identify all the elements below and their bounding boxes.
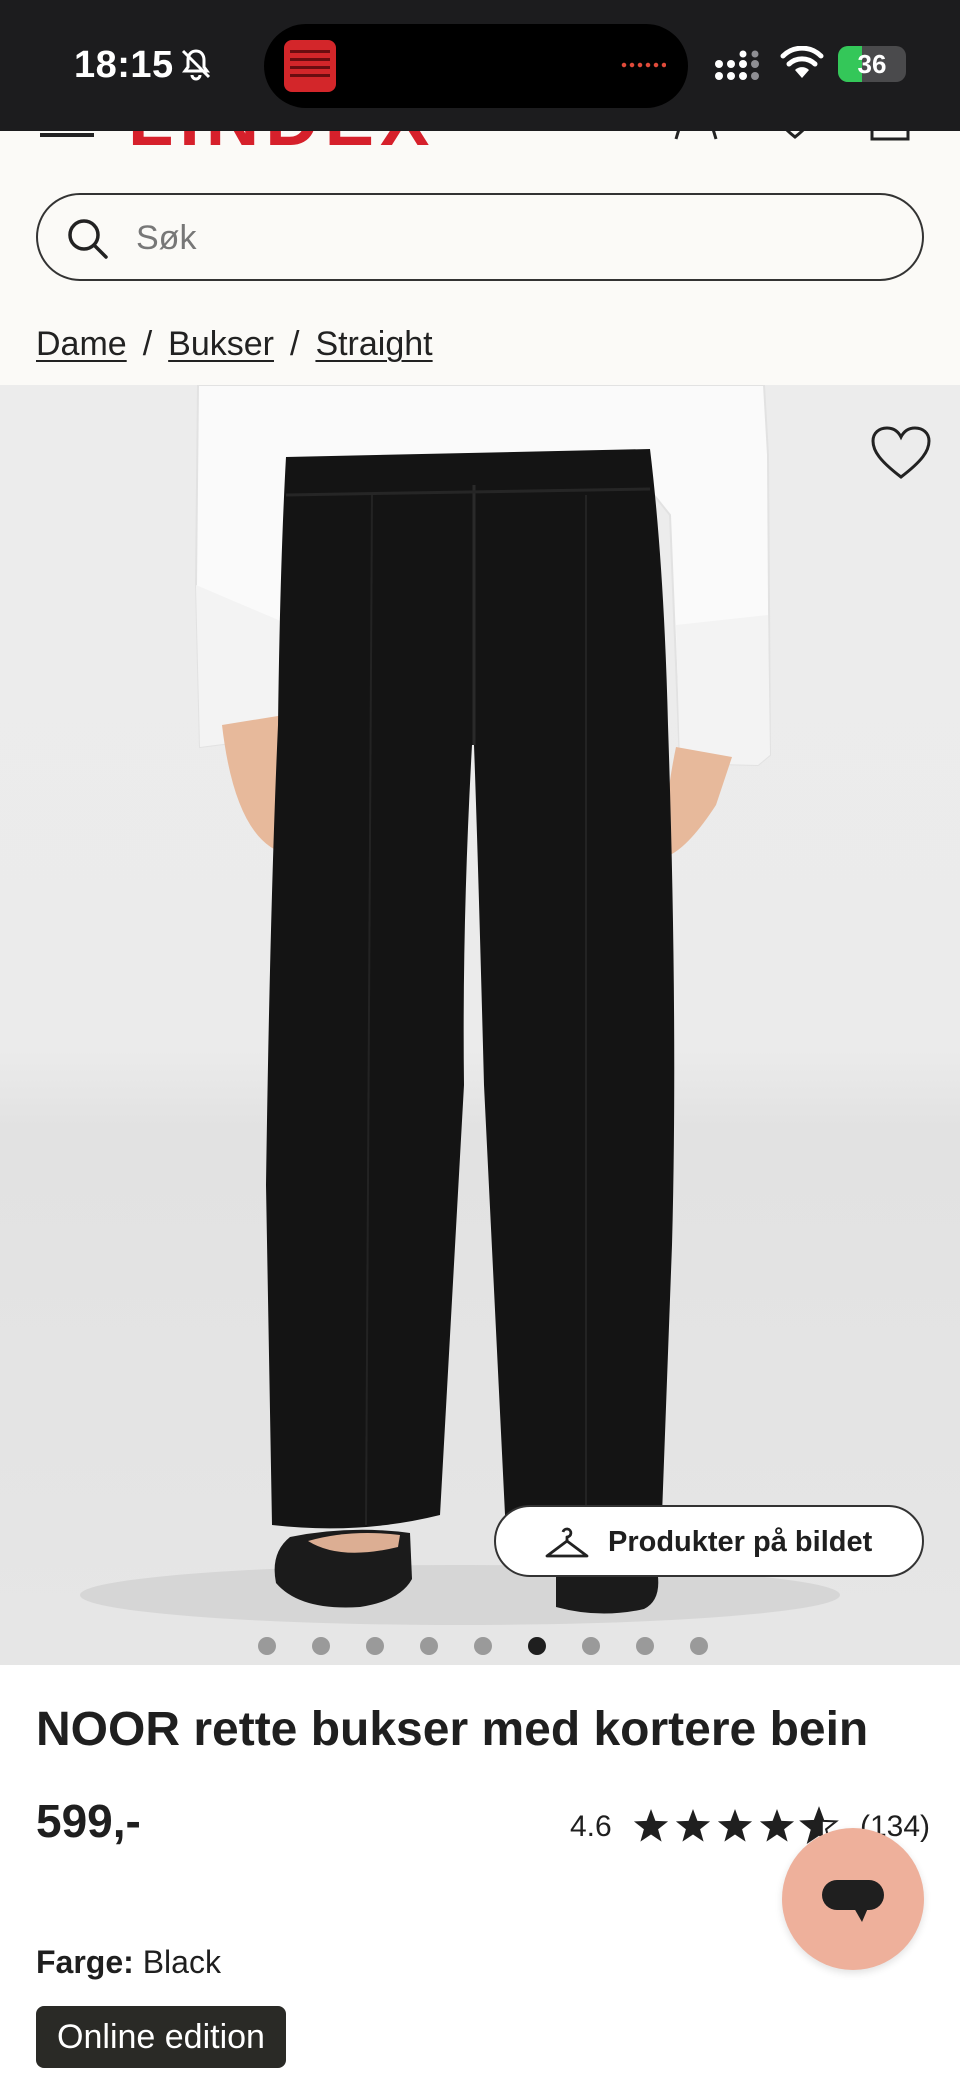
bell-muted-icon bbox=[181, 49, 211, 81]
breadcrumb-link-straight[interactable]: Straight bbox=[315, 325, 432, 363]
color-selector-label: Farge: Black bbox=[36, 1944, 221, 1981]
wifi-icon bbox=[780, 46, 824, 78]
search-icon bbox=[68, 219, 108, 259]
status-bar: 18:15 36 bbox=[0, 0, 960, 131]
color-label: Farge: bbox=[36, 1944, 134, 1980]
product-price: 599,- bbox=[36, 1795, 141, 1847]
products-in-image-button[interactable]: Produkter på bildet bbox=[494, 1505, 924, 1577]
bag-icon[interactable] bbox=[866, 131, 914, 141]
product-title: NOOR rette bukser med kortere bein bbox=[36, 1703, 869, 1756]
star-icon bbox=[759, 1809, 795, 1842]
product-page: 18:15 36 Søk Dame / Bukser / Straight Pr… bbox=[0, 0, 960, 2081]
gallery-dot[interactable] bbox=[690, 1637, 708, 1655]
search-bar[interactable] bbox=[36, 193, 924, 281]
wishlist-icon[interactable] bbox=[772, 131, 818, 139]
breadcrumb-separator: / bbox=[289, 325, 300, 363]
products-in-image-label: Produkter på bildet bbox=[608, 1526, 873, 1558]
rating-stars[interactable] bbox=[632, 1806, 842, 1846]
star-icon bbox=[717, 1809, 753, 1842]
product-image-gallery[interactable]: Produkter på bildet bbox=[0, 385, 960, 1665]
breadcrumb: Dame / Bukser / Straight bbox=[36, 325, 433, 364]
account-icon[interactable] bbox=[672, 131, 720, 141]
rating-value: 4.6 bbox=[570, 1810, 612, 1843]
gallery-dot[interactable] bbox=[528, 1637, 546, 1655]
battery-icon: 36 bbox=[838, 46, 906, 82]
hanger-icon bbox=[545, 1527, 589, 1558]
breadcrumb-link-bukser[interactable]: Bukser bbox=[168, 325, 274, 363]
wishlist-heart-icon[interactable] bbox=[870, 425, 932, 481]
gallery-dot[interactable] bbox=[636, 1637, 654, 1655]
chat-bubble-icon bbox=[822, 1880, 884, 1922]
dynamic-island bbox=[264, 24, 688, 108]
gallery-dot[interactable] bbox=[474, 1637, 492, 1655]
menu-icon[interactable] bbox=[40, 131, 94, 141]
brand-logo[interactable]: LINDEX bbox=[128, 131, 435, 162]
edition-badge: Online edition bbox=[36, 2006, 286, 2068]
product-photo bbox=[80, 385, 840, 1625]
signal-icon bbox=[715, 50, 759, 80]
now-playing-artwork bbox=[284, 40, 336, 92]
color-value: Black bbox=[142, 1944, 221, 1980]
battery-percent: 36 bbox=[857, 49, 887, 79]
gallery-pagination bbox=[258, 1637, 708, 1655]
gallery-dot[interactable] bbox=[582, 1637, 600, 1655]
site-header: LINDEX Dame / Bukser / Straight bbox=[0, 131, 960, 385]
star-icon bbox=[633, 1809, 669, 1842]
gallery-dot[interactable] bbox=[258, 1637, 276, 1655]
breadcrumb-separator: / bbox=[142, 325, 153, 363]
gallery-dot[interactable] bbox=[312, 1637, 330, 1655]
status-time: 18:15 bbox=[74, 44, 174, 86]
search-input[interactable] bbox=[136, 213, 836, 263]
chat-button[interactable] bbox=[782, 1828, 924, 1970]
gallery-dot[interactable] bbox=[420, 1637, 438, 1655]
audio-indicator-icon bbox=[620, 62, 666, 68]
breadcrumb-link-dame[interactable]: Dame bbox=[36, 325, 127, 363]
star-icon bbox=[675, 1809, 711, 1842]
gallery-dot[interactable] bbox=[366, 1637, 384, 1655]
